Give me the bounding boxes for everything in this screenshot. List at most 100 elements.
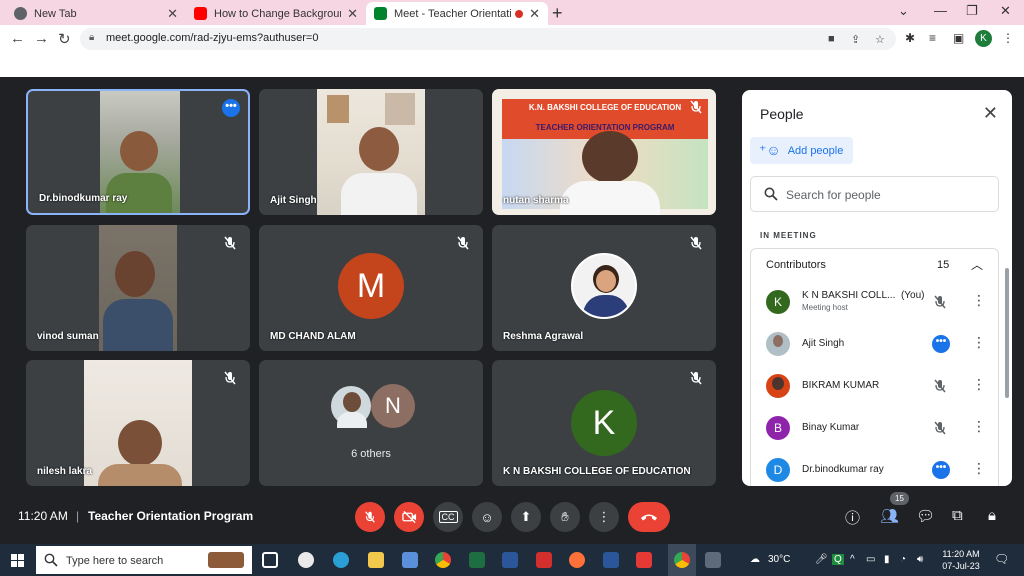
participant-tile[interactable]: vinod suman [26, 225, 250, 351]
participant-tile[interactable]: K.N. BAKSHI COLLEGE OF EDUCATION TEACHER… [492, 89, 716, 215]
kebab-menu-icon[interactable]: ⋮ [972, 334, 986, 351]
chrome-icon[interactable] [435, 552, 451, 568]
host-controls-icon[interactable]: 🔒︎ [988, 507, 996, 524]
mic-toggle-button[interactable] [355, 502, 385, 532]
word-doc-icon[interactable] [502, 552, 518, 568]
contacts-app-icon[interactable] [298, 552, 314, 568]
tab-search-icon[interactable]: ⌄ [898, 3, 909, 19]
kebab-menu-icon[interactable]: ⋮ [972, 418, 986, 435]
meeting-time: 11:20 AM [18, 509, 68, 523]
participant-tile[interactable]: K K N BAKSHI COLLEGE OF EDUCATION [492, 360, 716, 486]
participant-tile[interactable]: nilesh lakra [26, 360, 250, 486]
others-tile[interactable]: N 6 others [259, 360, 483, 486]
close-panel-button[interactable]: ✕ [983, 103, 998, 124]
battery-icon[interactable]: ▮ [884, 554, 890, 565]
list-item[interactable]: D Dr.binodkumar ray ••• ⋮ [751, 449, 998, 486]
network-icon[interactable]: ◔ [900, 554, 906, 565]
maximize-button[interactable]: ❐ [966, 3, 978, 19]
list-item[interactable]: K K N BAKSHI COLL... (You) Meeting host … [751, 281, 998, 323]
new-tab-button[interactable]: + [552, 3, 563, 24]
forward-button[interactable]: → [34, 30, 49, 47]
taskbar-search-input[interactable]: Type here to search [36, 546, 252, 574]
more-options-button[interactable]: ••• [932, 461, 950, 479]
tab-youtube[interactable]: How to Change Background in G ✕ [186, 2, 366, 25]
back-button[interactable]: ← [10, 30, 25, 47]
display-tray-icon[interactable]: ▭ [866, 554, 875, 565]
task-view-icon[interactable] [262, 552, 278, 568]
participant-tile[interactable]: M MD CHAND ALAM [259, 225, 483, 351]
taskbar-clock[interactable]: 11:20 AM 07-Jul-23 [938, 548, 984, 572]
list-item[interactable]: Ajit Singh ••• ⋮ [751, 323, 998, 365]
mic-off-icon[interactable] [932, 294, 948, 310]
present-button[interactable]: ⬆ [511, 502, 541, 532]
close-window-button[interactable]: ✕ [1000, 3, 1011, 19]
close-icon[interactable]: ✕ [347, 6, 358, 22]
you-label: (You) [900, 290, 925, 301]
more-options-button[interactable]: ⋮ [589, 502, 619, 532]
info-icon[interactable]: ⓘ [845, 507, 860, 528]
panel-scrollbar[interactable] [1005, 268, 1009, 398]
people-icon[interactable]: 👥︎ [880, 507, 899, 525]
captions-button[interactable]: CC [433, 502, 463, 532]
share-icon[interactable]: ⇪ [851, 33, 860, 46]
list-item[interactable]: B Binay Kumar ⋮ [751, 407, 998, 449]
firefox-icon[interactable] [569, 552, 585, 568]
camera-toggle-button[interactable] [394, 502, 424, 532]
kebab-menu-icon[interactable]: ⋮ [972, 376, 986, 393]
notification-icon[interactable]: 🗨︎ [994, 552, 1009, 566]
address-bar[interactable]: 🔒︎ meet.google.com/rad-zjyu-ems?authuser… [80, 28, 896, 50]
reload-button[interactable]: ↻ [58, 30, 71, 48]
minimize-button[interactable]: — [934, 3, 947, 18]
close-icon[interactable]: ✕ [167, 6, 178, 22]
camera-icon[interactable]: ■ [828, 33, 835, 45]
bookmark-star-icon[interactable]: ☆ [875, 33, 885, 46]
add-people-button[interactable]: ⁺☺ Add people [750, 137, 853, 164]
volume-icon[interactable]: 🔊︎ [917, 554, 923, 565]
participant-tile[interactable]: Reshma Agrawal [492, 225, 716, 351]
list-item[interactable]: BIKRAM KUMAR ⋮ [751, 365, 998, 407]
kebab-menu-icon[interactable]: ⋮ [972, 292, 986, 309]
excel-icon[interactable] [469, 552, 485, 568]
mic-off-icon[interactable] [932, 420, 948, 436]
wps-icon[interactable] [636, 552, 652, 568]
camera-app-icon[interactable] [705, 552, 721, 568]
close-icon[interactable]: ✕ [529, 6, 540, 22]
more-options-button[interactable]: ••• [932, 335, 950, 353]
clock-date: 07-Jul-23 [942, 561, 980, 571]
extensions-icon[interactable]: ✱ [905, 31, 915, 45]
mic-off-icon[interactable] [932, 378, 948, 394]
participant-tile[interactable]: ••• Dr.binodkumar ray [26, 89, 250, 215]
quick-app-tray-icon[interactable]: Q [832, 554, 844, 565]
word-icon[interactable] [603, 552, 619, 568]
chat-icon[interactable]: 💬︎ [916, 507, 935, 525]
search-people-input[interactable]: Search for people [750, 176, 999, 212]
weather-icon[interactable]: ☁ [750, 554, 760, 565]
tab-meet[interactable]: Meet - Teacher Orientation P ✕ [366, 2, 548, 25]
kebab-menu-icon[interactable]: ⋮ [972, 460, 986, 477]
windows-start-icon[interactable] [11, 554, 24, 567]
edge-icon[interactable] [333, 552, 349, 568]
tab-new-tab[interactable]: New Tab ✕ [6, 2, 186, 25]
kebab-menu-icon[interactable]: ⋮ [1002, 31, 1014, 45]
chrome-active-icon[interactable] [674, 552, 690, 568]
file-explorer-icon[interactable] [368, 552, 384, 568]
participant-tile[interactable]: Ajit Singh [259, 89, 483, 215]
contributors-count: 15 [937, 259, 950, 271]
more-options-button[interactable]: ••• [222, 99, 240, 117]
microphone-tray-icon[interactable]: 🎤︎ [815, 554, 828, 565]
store-icon[interactable] [402, 552, 418, 568]
emoji-button[interactable]: ☺ [472, 502, 502, 532]
acrobat-icon[interactable] [536, 552, 552, 568]
activities-icon[interactable]: ⧉ [952, 507, 963, 524]
profile-avatar[interactable]: K [975, 30, 992, 47]
weather-temperature[interactable]: 30°C [768, 554, 790, 565]
wall-frame [385, 93, 415, 125]
participant-name: MD CHAND ALAM [270, 331, 356, 342]
media-control-icon[interactable]: ≡ [929, 31, 936, 45]
raise-hand-button[interactable]: ✋︎ [550, 502, 580, 532]
side-panel-icon[interactable]: ▣ [953, 31, 964, 45]
chevron-up-icon[interactable]: ︿ [971, 256, 983, 273]
chevron-up-icon[interactable]: ^ [850, 554, 855, 565]
leave-call-button[interactable] [628, 502, 670, 532]
photo-face [343, 392, 361, 412]
